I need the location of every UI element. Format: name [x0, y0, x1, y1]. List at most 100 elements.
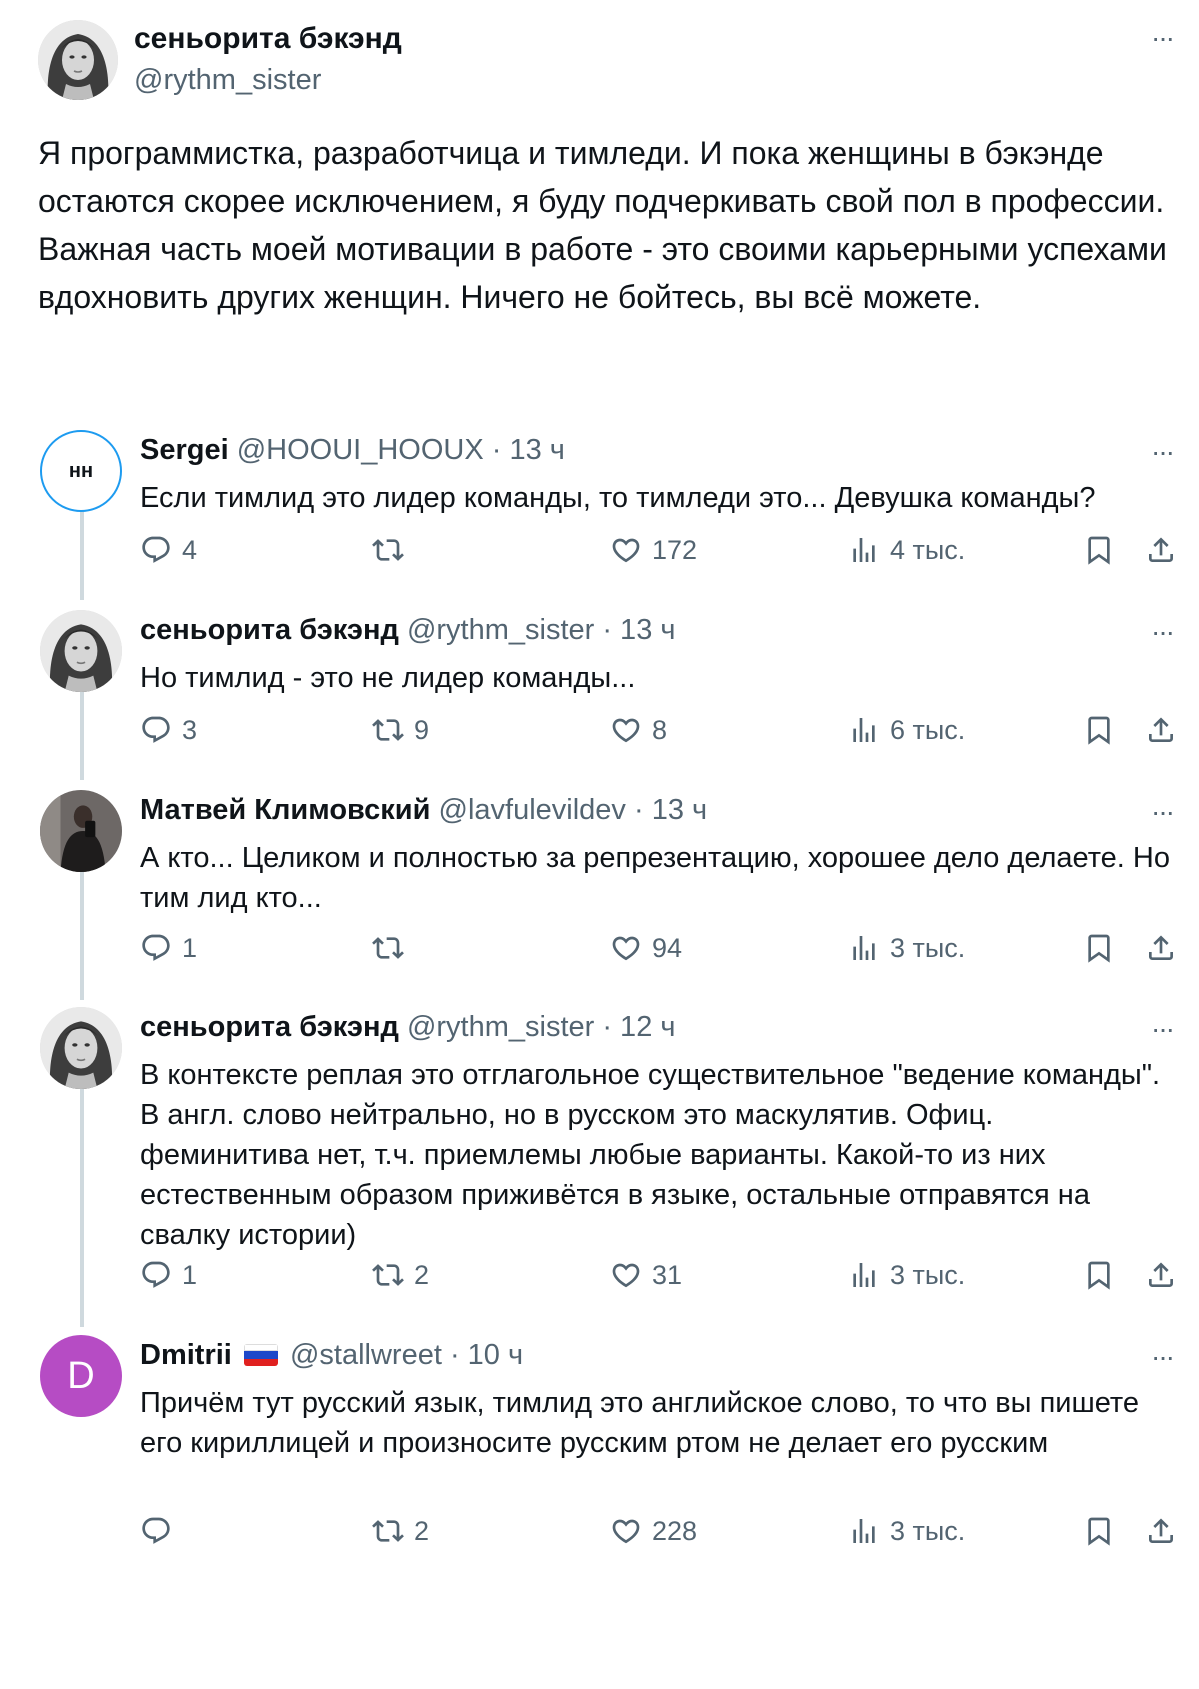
views-chart-icon	[848, 534, 880, 566]
reply-header: сеньорита бэкэнд @rythm_sister · 12 ч	[140, 1011, 676, 1044]
action-bar: 1 94 3 тыс.	[140, 928, 1180, 968]
action-bar: 4 172 4 тыс.	[140, 530, 1180, 570]
reply-text: В контексте реплая это отглагольное суще…	[140, 1059, 1161, 1251]
share-button[interactable]	[1145, 530, 1177, 570]
reply-text: Причём тут русский язык, тимлид это англ…	[140, 1387, 1139, 1459]
avatar-initials: D	[67, 1354, 95, 1397]
bookmark-button[interactable]	[1083, 710, 1115, 750]
views-chart-icon	[848, 1515, 880, 1547]
bookmark-icon	[1083, 1515, 1115, 1547]
reply-icon	[140, 1259, 172, 1291]
reply-header: Sergei @HOOUI_HOOUX · 13 ч	[140, 434, 565, 467]
more-options-icon[interactable]: ···	[1151, 798, 1175, 826]
woman-portrait-icon	[40, 610, 122, 692]
retweet-count: 9	[414, 714, 430, 745]
tweet-text: Я программистка, разработчица и тимледи.…	[38, 135, 1167, 315]
like-count: 228	[652, 1515, 698, 1546]
reply-button[interactable]: 4	[140, 530, 197, 570]
reply-button[interactable]: 3	[140, 710, 197, 750]
view-count: 3 тыс.	[890, 932, 966, 963]
share-button[interactable]	[1145, 928, 1177, 968]
reply-button[interactable]: 1	[140, 928, 197, 968]
author-handle[interactable]: @rythm_sister	[134, 64, 321, 97]
reply-author-meta[interactable]: @rythm_sister · 13 ч	[407, 614, 676, 646]
avatar[interactable]	[40, 790, 122, 872]
retweet-icon	[372, 714, 404, 746]
view-count: 6 тыс.	[890, 714, 966, 745]
reply-tweet: Матвей Климовский @lavfulevildev · 13 ч …	[0, 790, 1199, 980]
retweet-button[interactable]	[372, 530, 414, 570]
bookmark-icon	[1083, 714, 1115, 746]
reply-icon	[140, 932, 172, 964]
reply-tweet: сеньорита бэкэнд @rythm_sister · 12 ч ··…	[0, 1007, 1199, 1307]
views-chart-icon	[848, 1259, 880, 1291]
bookmark-icon	[1083, 932, 1115, 964]
bookmark-button[interactable]	[1083, 1511, 1115, 1551]
reply-author-meta[interactable]: @stallwreet · 10 ч	[290, 1339, 523, 1371]
retweet-button[interactable]	[372, 928, 414, 968]
views-button[interactable]: 3 тыс.	[848, 928, 965, 968]
share-button[interactable]	[1145, 710, 1177, 750]
like-button[interactable]: 228	[610, 1511, 697, 1551]
reply-author-meta[interactable]: @rythm_sister · 12 ч	[407, 1011, 676, 1043]
more-options-icon[interactable]: ···	[1151, 24, 1175, 52]
heart-icon	[610, 534, 642, 566]
heart-icon	[610, 1515, 642, 1547]
avatar[interactable]	[40, 610, 122, 692]
retweet-button[interactable]: 2	[372, 1255, 429, 1295]
views-chart-icon	[848, 714, 880, 746]
avatar[interactable]: D	[40, 1335, 122, 1417]
retweet-button[interactable]: 9	[372, 710, 429, 750]
retweet-button[interactable]: 2	[372, 1511, 429, 1551]
views-button[interactable]: 6 тыс.	[848, 710, 965, 750]
reply-count: 1	[182, 932, 198, 963]
reply-text: Но тимлид - это не лидер команды...	[140, 662, 636, 694]
retweet-icon	[372, 932, 404, 964]
more-options-icon[interactable]: ···	[1151, 438, 1175, 466]
author-name[interactable]: сеньорита бэкэнд	[134, 22, 402, 56]
share-icon	[1145, 534, 1177, 566]
like-button[interactable]: 8	[610, 710, 667, 750]
reply-button[interactable]: 1	[140, 1255, 197, 1295]
like-count: 94	[652, 932, 683, 963]
reply-button[interactable]	[140, 1511, 182, 1551]
reply-tweet: ʜʜ Sergei @HOOUI_HOOUX · 13 ч ··· Если т…	[0, 430, 1199, 580]
views-button[interactable]: 3 тыс.	[848, 1255, 965, 1295]
avatar[interactable]	[40, 1007, 122, 1089]
bookmark-button[interactable]	[1083, 928, 1115, 968]
more-options-icon[interactable]: ···	[1151, 618, 1175, 646]
reply-header: Матвей Климовский @lavfulevildev · 13 ч	[140, 794, 707, 827]
like-button[interactable]: 31	[610, 1255, 682, 1295]
more-options-icon[interactable]: ···	[1151, 1343, 1175, 1371]
bookmark-button[interactable]	[1083, 530, 1115, 570]
avatar[interactable]: ʜʜ	[40, 430, 122, 512]
reply-header: Dmitrii @stallwreet · 10 ч	[140, 1339, 523, 1372]
action-bar: 2 228 3 тыс.	[140, 1511, 1180, 1551]
reply-author-meta[interactable]: @HOOUI_HOOUX · 13 ч	[237, 434, 565, 466]
reply-tweet: D Dmitrii @stallwreet · 10 ч ··· Причём …	[0, 1335, 1199, 1605]
like-button[interactable]: 172	[610, 530, 697, 570]
reply-author-name[interactable]: сеньорита бэкэнд	[140, 614, 399, 646]
reply-count: 3	[182, 714, 198, 745]
reply-tweet: сеньорита бэкэнд @rythm_sister · 13 ч ··…	[0, 610, 1199, 760]
retweet-icon	[372, 1259, 404, 1291]
view-count: 4 тыс.	[890, 534, 966, 565]
like-button[interactable]: 94	[610, 928, 682, 968]
reply-icon	[140, 534, 172, 566]
like-count: 172	[652, 534, 698, 565]
share-icon	[1145, 932, 1177, 964]
reply-author-name[interactable]: Dmitrii	[140, 1339, 232, 1371]
reply-author-name[interactable]: Матвей Климовский	[140, 794, 430, 826]
views-button[interactable]: 3 тыс.	[848, 1511, 965, 1551]
reply-author-meta[interactable]: @lavfulevildev · 13 ч	[439, 794, 708, 826]
reply-author-name[interactable]: сеньорита бэкэнд	[140, 1011, 399, 1043]
views-button[interactable]: 4 тыс.	[848, 530, 965, 570]
avatar-initials: ʜʜ	[68, 459, 94, 482]
bookmark-button[interactable]	[1083, 1255, 1115, 1295]
reply-author-name[interactable]: Sergei	[140, 434, 229, 466]
share-button[interactable]	[1145, 1255, 1177, 1295]
share-button[interactable]	[1145, 1511, 1177, 1551]
more-options-icon[interactable]: ···	[1151, 1015, 1175, 1043]
heart-icon	[610, 714, 642, 746]
author-avatar[interactable]	[38, 20, 118, 100]
